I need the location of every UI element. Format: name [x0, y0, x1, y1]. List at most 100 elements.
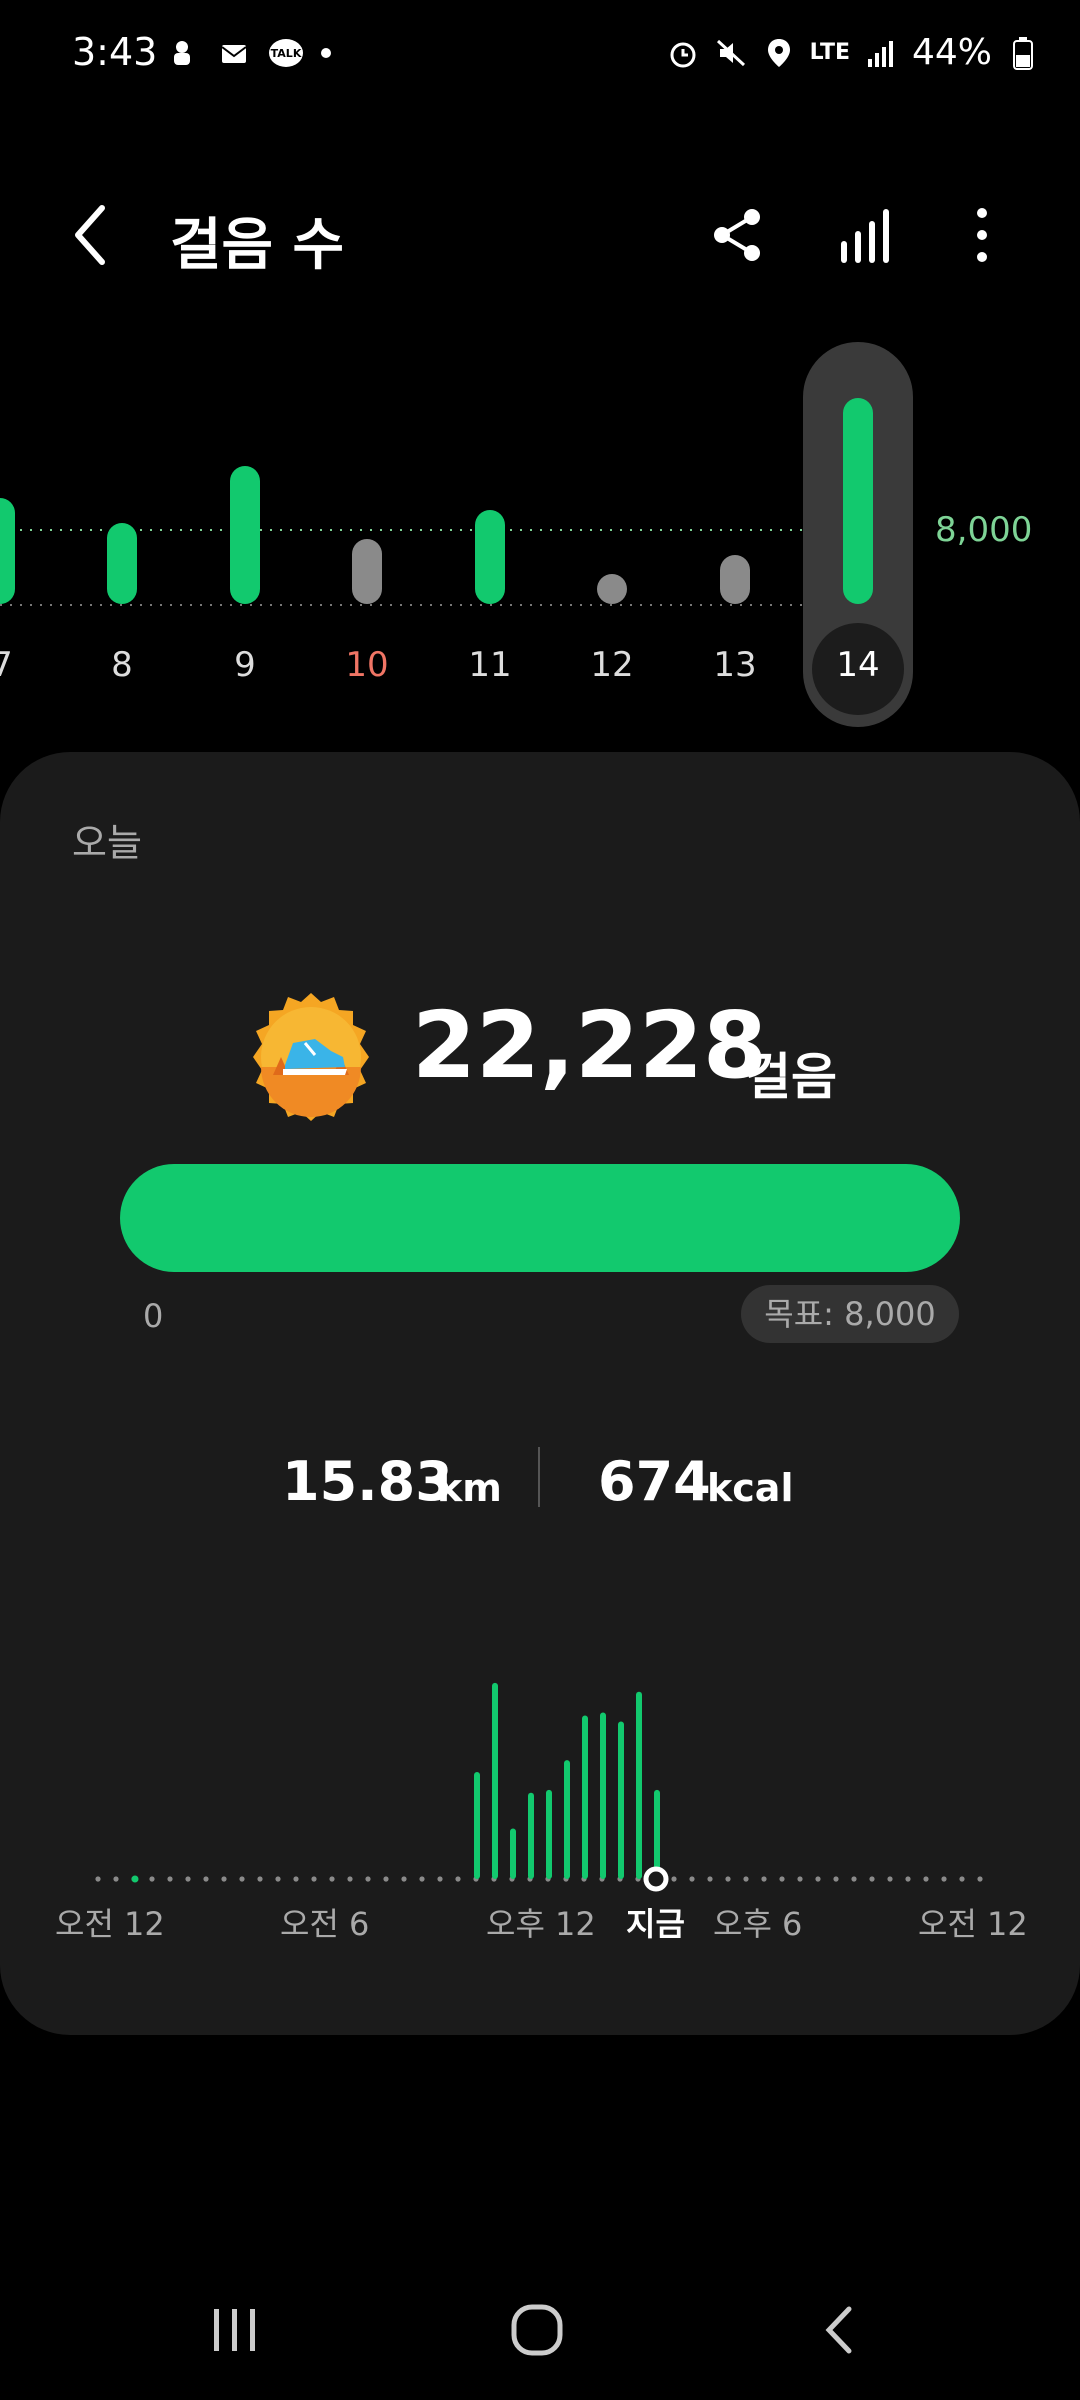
calories-unit: kcal: [707, 1466, 794, 1510]
day-label[interactable]: 8: [82, 645, 162, 685]
baseline-dot: [959, 1876, 965, 1882]
baseline-dot: [401, 1876, 407, 1882]
share-button[interactable]: [708, 205, 768, 265]
baseline-dot: [869, 1876, 875, 1882]
hourly-bar: [546, 1789, 552, 1879]
home-icon: [511, 2304, 563, 2356]
system-back-icon: [825, 2306, 852, 2354]
day-label-selected[interactable]: 14: [818, 645, 898, 685]
back-button[interactable]: [60, 200, 120, 270]
day-label-sunday[interactable]: 10: [327, 645, 407, 685]
baseline-dot: [275, 1876, 281, 1882]
status-bar: 3:43 TALK LTE 44%: [0, 0, 1080, 110]
battery-percent: 44%: [911, 32, 992, 73]
talk-icon: TALK: [269, 39, 303, 67]
app-header: 걸음 수: [0, 180, 1080, 290]
time-axis-label: 오전 12: [918, 1905, 1028, 1943]
baseline-dot: [311, 1876, 317, 1882]
hourly-bar: [600, 1712, 606, 1879]
baseline-dot: [779, 1876, 785, 1882]
day-label[interactable]: 7: [0, 645, 42, 685]
daily-steps-chart[interactable]: 8,000 7 8 9 10 11 12 13 14: [0, 340, 1080, 740]
day-bar-7[interactable]: [0, 498, 15, 604]
goal-badge[interactable]: 목표: 8,000: [741, 1285, 959, 1343]
more-options-button[interactable]: [962, 205, 1002, 265]
baseline-dot: [365, 1876, 371, 1882]
home-button[interactable]: [502, 2295, 572, 2365]
baseline-dot: [203, 1876, 209, 1882]
signal-icon: [864, 36, 898, 70]
notification-icons: TALK: [165, 36, 331, 70]
baseline-dot: [239, 1876, 245, 1882]
chart-view-button[interactable]: [835, 205, 895, 265]
baseline-dot: [905, 1876, 911, 1882]
day-bar-10[interactable]: [352, 539, 382, 604]
baseline-dot: [761, 1876, 767, 1882]
baseline-dot: [95, 1876, 101, 1882]
status-time: 3:43: [72, 30, 158, 74]
hourly-bar: [618, 1721, 624, 1879]
day-bar-9[interactable]: [230, 466, 260, 604]
network-type: LTE: [809, 40, 850, 65]
recent-apps-button[interactable]: [200, 2295, 270, 2365]
baseline-dot: [833, 1876, 839, 1882]
day-label[interactable]: 9: [205, 645, 285, 685]
baseline-dot: [185, 1876, 191, 1882]
stats-row: 15.83 km 674 kcal: [0, 1442, 1080, 1522]
day-label[interactable]: 11: [450, 645, 530, 685]
baseline-dot: [851, 1876, 857, 1882]
calories-value: 674: [598, 1450, 711, 1513]
baseline-dot: [293, 1876, 299, 1882]
hourly-bar: [636, 1691, 642, 1879]
baseline-dot: [383, 1876, 389, 1882]
time-axis-label: 오후 6: [713, 1905, 803, 1943]
goal-achieved-badge-icon: [253, 993, 369, 1121]
stats-divider: [538, 1447, 540, 1507]
baseline-dot: [941, 1876, 947, 1882]
baseline-dot: [887, 1876, 893, 1882]
day-bar-13[interactable]: [720, 555, 750, 604]
time-axis-now-label: 지금: [626, 1905, 685, 1943]
hourly-bar: [492, 1682, 498, 1879]
share-icon: [714, 209, 760, 261]
period-label: 오늘: [72, 821, 142, 865]
baseline-dot: [725, 1876, 731, 1882]
baseline-dot: [329, 1876, 335, 1882]
back-arrow-icon: [75, 205, 105, 265]
baseline-dot: [347, 1876, 353, 1882]
more-notifications-icon: [321, 48, 331, 58]
baseline-dot: [671, 1876, 677, 1882]
baseline-dot: [167, 1876, 173, 1882]
day-label[interactable]: 12: [572, 645, 652, 685]
baseline-dot: [455, 1876, 461, 1882]
baseline-dot: [707, 1876, 713, 1882]
baseline-dot: [437, 1876, 443, 1882]
baseline-dot: [257, 1876, 263, 1882]
day-bar-8[interactable]: [107, 523, 137, 604]
distance-value: 15.83: [282, 1450, 453, 1513]
alarm-icon: [666, 36, 700, 70]
hourly-steps-chart[interactable]: 오전 12 오전 6 오후 12 지금 오후 6 오전 12: [0, 1652, 1080, 1952]
bar-chart-icon: [841, 209, 889, 263]
time-axis-label: 오전 6: [280, 1905, 370, 1943]
time-axis-label: 오전 12: [55, 1905, 165, 1943]
day-bar-14[interactable]: [843, 398, 873, 604]
mute-icon: [714, 36, 748, 70]
day-bar-11[interactable]: [475, 510, 505, 604]
hourly-bar: [582, 1715, 588, 1879]
day-label[interactable]: 13: [695, 645, 775, 685]
baseline-dot: [923, 1876, 929, 1882]
now-marker: [643, 1866, 669, 1892]
kakao-notification-icon: [165, 36, 199, 70]
system-nav-bar: [0, 2270, 1080, 2380]
battery-icon: [1006, 36, 1040, 70]
mail-icon: [217, 36, 251, 70]
goal-progress-bar: [120, 1164, 960, 1272]
hourly-bar: [654, 1789, 660, 1879]
day-bar-12[interactable]: [597, 574, 627, 604]
system-back-button[interactable]: [805, 2295, 875, 2365]
page-title: 걸음 수: [170, 213, 345, 278]
hourly-bar: [564, 1760, 570, 1879]
step-count: 22,228: [412, 992, 768, 1099]
hourly-bar: [510, 1828, 516, 1879]
